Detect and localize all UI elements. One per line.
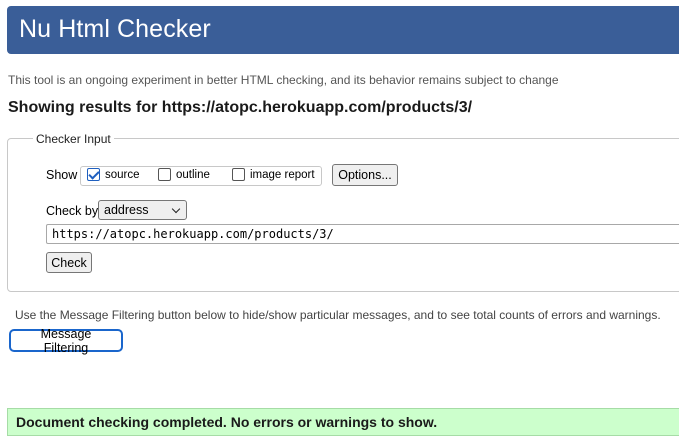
url-input[interactable] (46, 224, 679, 244)
check-button[interactable]: Check (46, 252, 92, 273)
image-report-checkbox-option[interactable]: image report (232, 168, 315, 181)
checker-input-legend: Checker Input (33, 132, 114, 146)
check-by-select-value[interactable]: address (104, 203, 148, 217)
source-checkbox-label[interactable]: source (105, 169, 140, 181)
app-title: Nu Html Checker (19, 15, 211, 43)
check-by-label: Check by (46, 204, 99, 218)
results-title: Showing results for https://atopc.heroku… (8, 99, 473, 116)
outline-checkbox-option[interactable]: outline (158, 168, 210, 181)
outline-checkbox[interactable] (158, 168, 171, 181)
chevron-down-icon (171, 204, 181, 214)
source-checkbox-option[interactable]: source (87, 168, 140, 181)
check-by-select[interactable]: address (98, 200, 187, 220)
message-filtering-note: Use the Message Filtering button below t… (15, 308, 661, 322)
options-button[interactable]: Options... (332, 164, 398, 186)
app-header: Nu Html Checker (7, 6, 679, 54)
image-report-checkbox[interactable] (232, 168, 245, 181)
outline-checkbox-label[interactable]: outline (176, 169, 210, 181)
show-label: Show (46, 168, 78, 182)
status-message: Document checking completed. No errors o… (7, 408, 679, 436)
message-filtering-button[interactable]: Message Filtering (9, 327, 123, 355)
image-report-checkbox-label[interactable]: image report (250, 169, 315, 181)
intro-text: This tool is an ongoing experiment in be… (8, 73, 559, 87)
source-checkbox[interactable] (87, 168, 100, 181)
